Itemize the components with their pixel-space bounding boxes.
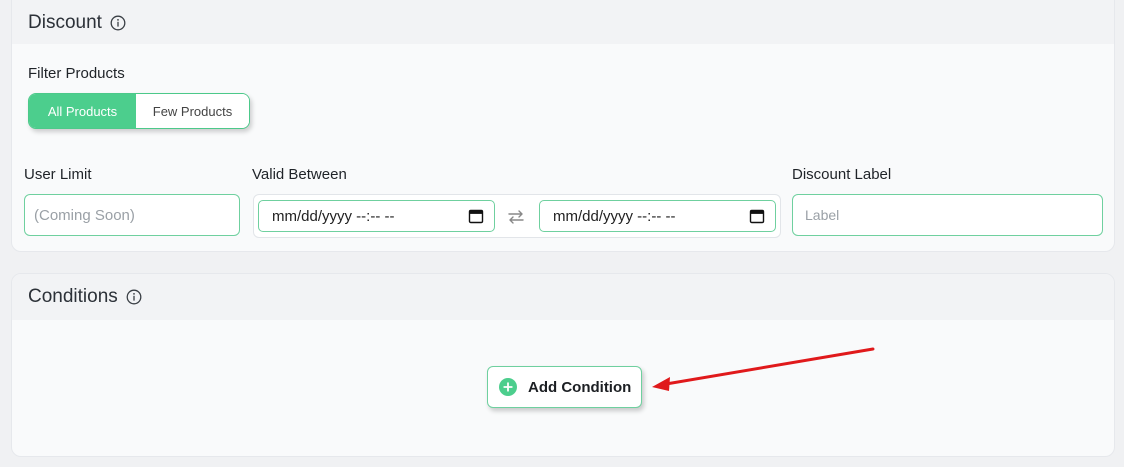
end-date-value: mm/dd/yyyy --:-- -- bbox=[553, 207, 676, 225]
user-limit-placeholder: (Coming Soon) bbox=[34, 206, 135, 224]
discount-label-input[interactable]: Label bbox=[792, 194, 1103, 236]
discount-label-placeholder: Label bbox=[805, 207, 840, 223]
discount-card: Discount Filter Products All Products Fe… bbox=[11, 0, 1115, 252]
page: Discount Filter Products All Products Fe… bbox=[0, 0, 1124, 467]
discount-title: Discount bbox=[28, 11, 102, 33]
calendar-icon[interactable] bbox=[749, 208, 765, 224]
few-products-option[interactable]: Few Products bbox=[136, 94, 249, 128]
user-limit-input[interactable]: (Coming Soon) bbox=[24, 194, 240, 236]
add-condition-label: Add Condition bbox=[528, 378, 632, 396]
discount-header: Discount bbox=[12, 0, 1114, 44]
plus-circle-icon bbox=[499, 378, 517, 396]
end-date-input[interactable]: mm/dd/yyyy --:-- -- bbox=[539, 200, 776, 232]
valid-between-range: mm/dd/yyyy --:-- -- mm/dd/yyyy --:-- -- bbox=[253, 194, 781, 238]
discount-label-label: Discount Label bbox=[792, 166, 892, 183]
add-condition-button[interactable]: Add Condition bbox=[487, 366, 642, 408]
start-date-input[interactable]: mm/dd/yyyy --:-- -- bbox=[258, 200, 495, 232]
info-icon[interactable] bbox=[126, 289, 142, 305]
start-date-value: mm/dd/yyyy --:-- -- bbox=[272, 207, 395, 225]
user-limit-label: User Limit bbox=[24, 166, 92, 183]
filter-products-toggle: All Products Few Products bbox=[28, 93, 250, 129]
info-icon[interactable] bbox=[110, 15, 126, 31]
filter-products-label: Filter Products bbox=[28, 65, 125, 82]
valid-between-label: Valid Between bbox=[252, 166, 347, 183]
conditions-title: Conditions bbox=[28, 286, 118, 307]
conditions-header: Conditions bbox=[12, 274, 1114, 320]
calendar-icon[interactable] bbox=[468, 208, 484, 224]
all-products-option[interactable]: All Products bbox=[29, 94, 136, 128]
conditions-card: Conditions Add Condition bbox=[11, 273, 1115, 457]
swap-icon bbox=[508, 210, 524, 224]
